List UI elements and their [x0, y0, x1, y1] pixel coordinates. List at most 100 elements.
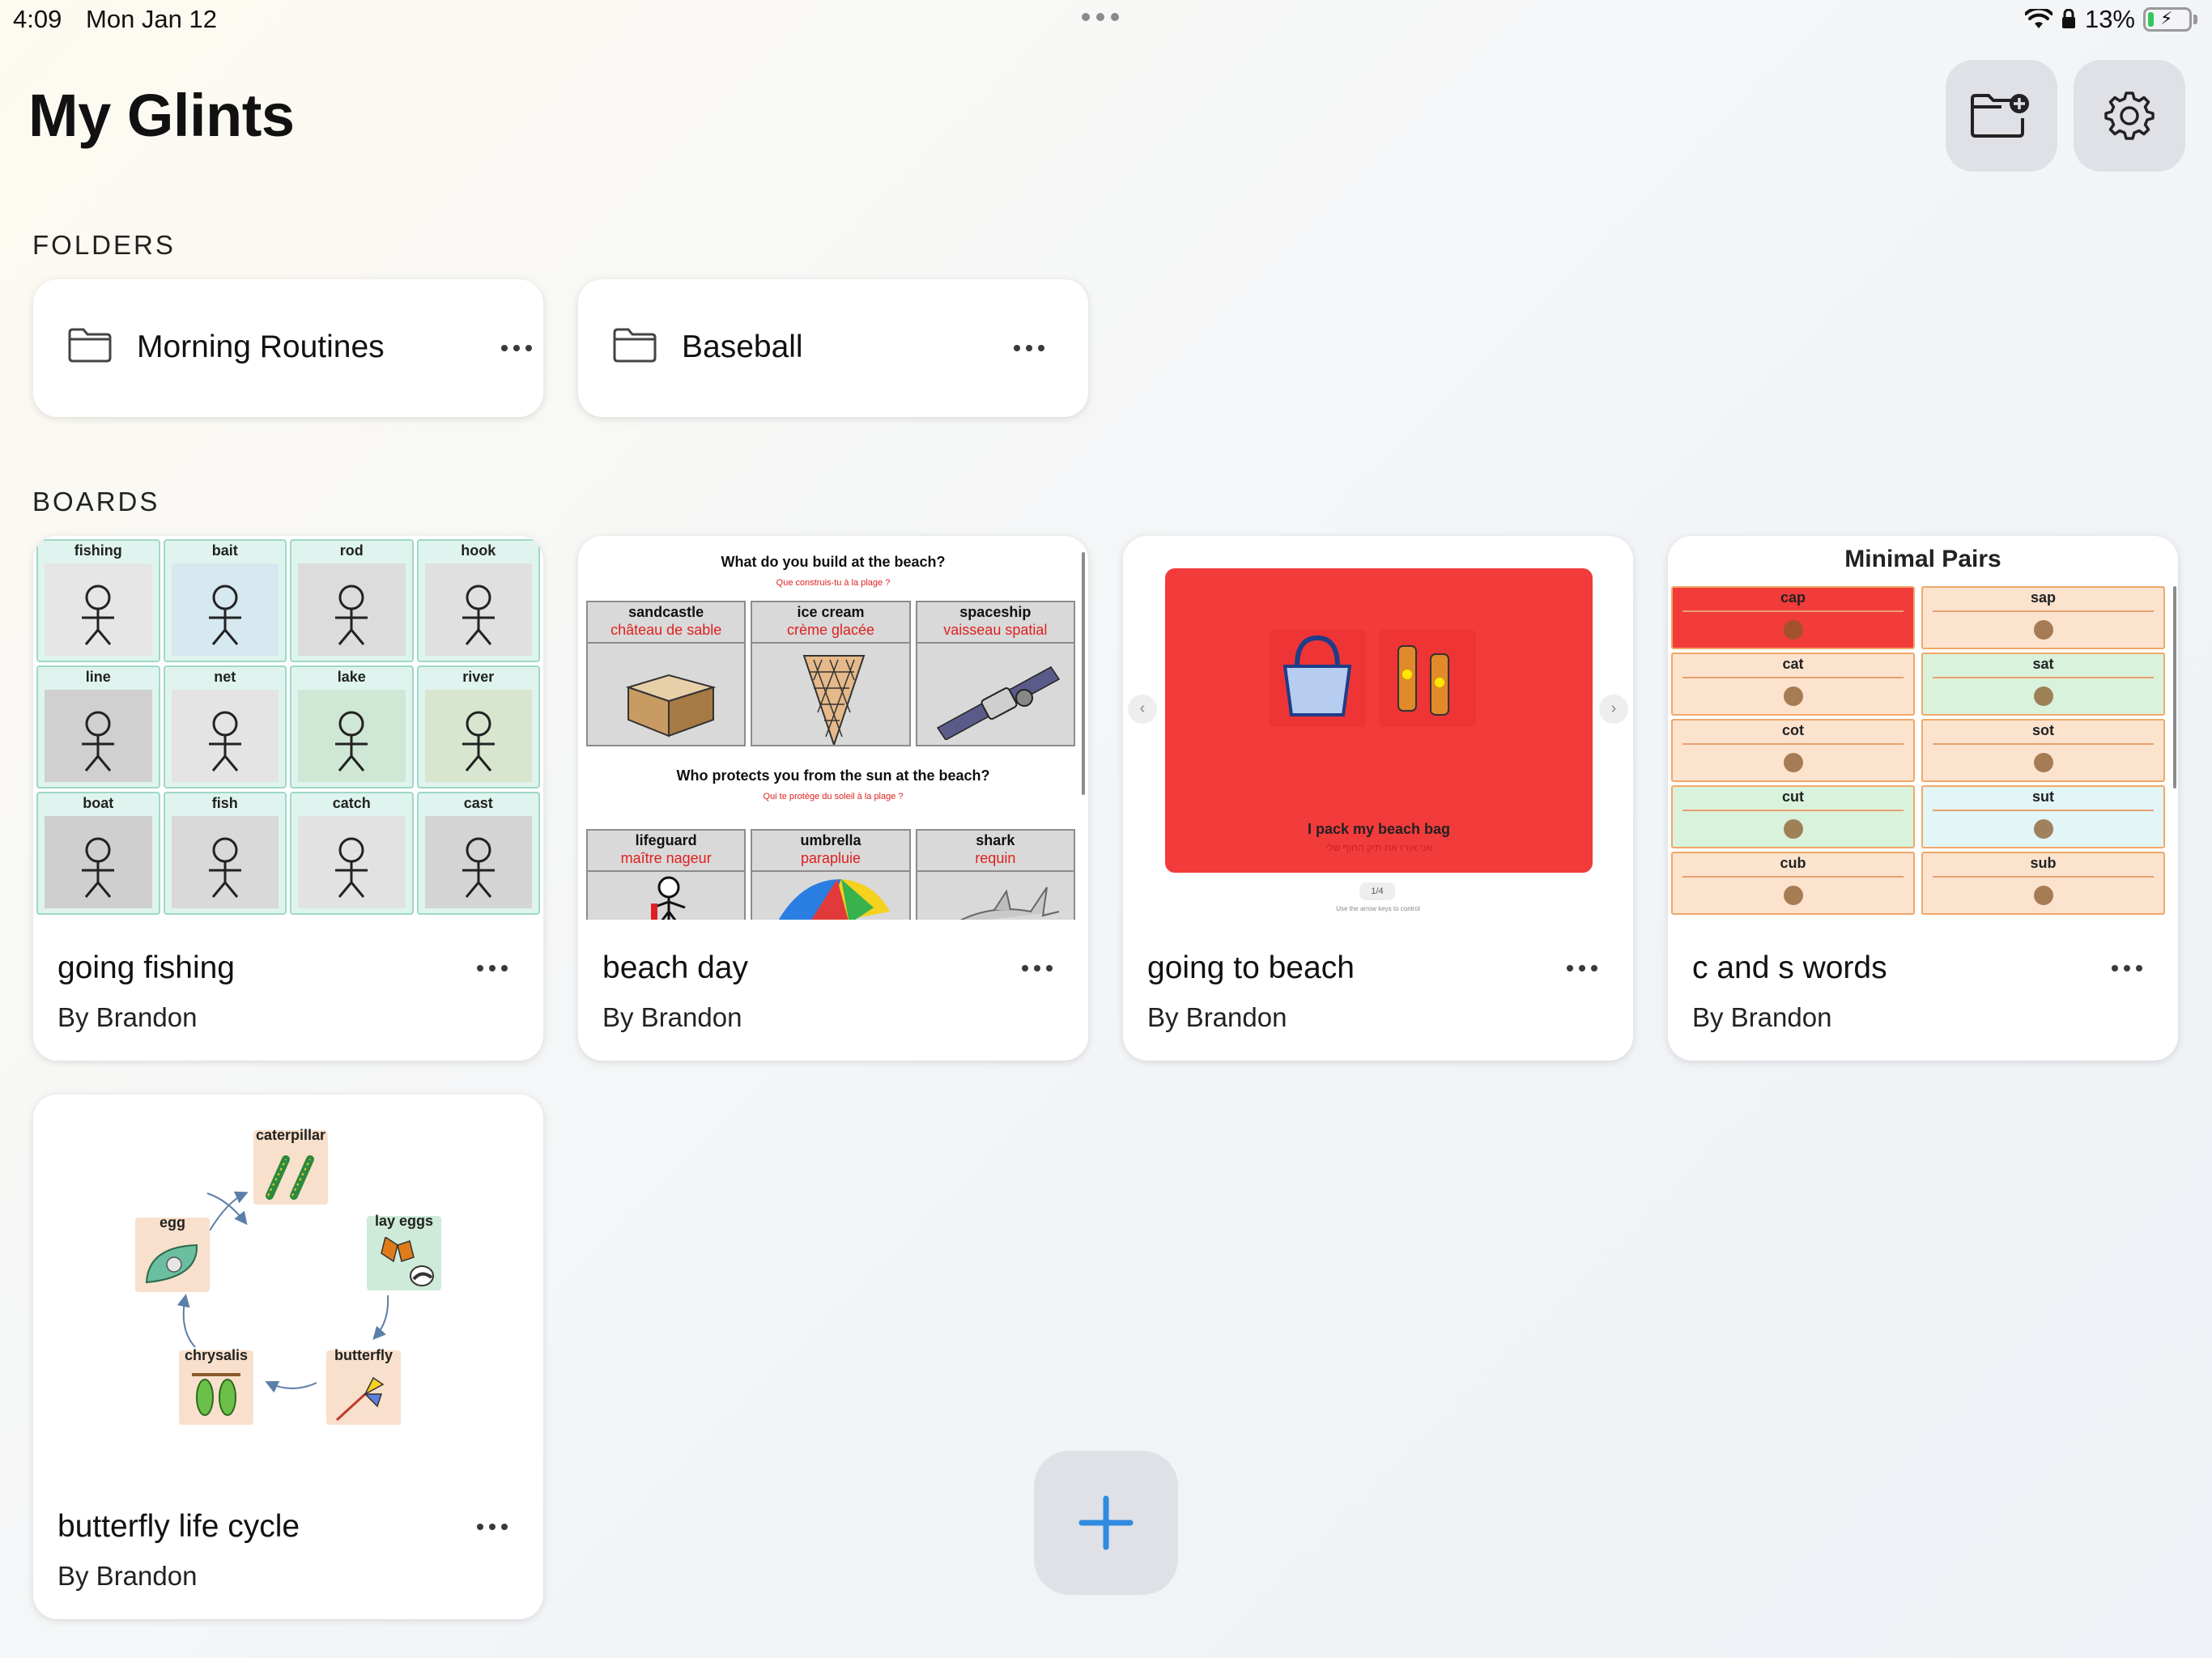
charging-bolt-icon: ⚡: [2160, 8, 2173, 28]
thumb-heading: Minimal Pairs: [1844, 546, 2001, 572]
stage-butterfly: butterfly: [326, 1347, 401, 1425]
board-more-button[interactable]: [1022, 965, 1053, 971]
slide-page-indicator: 1/4: [1359, 882, 1395, 900]
board-title: beach day: [602, 950, 748, 985]
folders-section-label: FOLDERS: [32, 230, 176, 260]
slide-caption-translation: אני אורז את תיק החוף שלי: [1325, 842, 1432, 853]
folder-more-button[interactable]: [1014, 345, 1044, 351]
board-more-button[interactable]: [477, 1524, 508, 1530]
pair-word: sap: [2030, 589, 2057, 606]
pair-picture: [1673, 881, 1913, 910]
folder-icon: [613, 328, 657, 363]
umbrella-icon: [779, 879, 891, 920]
thumb-question-translation: Que construis-tu à la plage ?: [776, 578, 891, 588]
thumb-question: What do you build at the beach?: [721, 554, 946, 570]
cell-picture: [45, 816, 152, 908]
multitasking-dots[interactable]: [1082, 13, 1119, 21]
stage-label: egg: [159, 1214, 185, 1231]
stage-label: lay eggs: [374, 1213, 434, 1229]
wifi-icon: [2024, 9, 2052, 28]
pair-word: sot: [2032, 722, 2054, 738]
board-author: By Brandon: [1147, 1002, 1287, 1032]
cell-label: boat: [83, 795, 114, 811]
board-card-going-to-beach[interactable]: I pack my beach bag אני אורז את תיק החוף…: [1123, 536, 1633, 1061]
next-slide-arrow: ›: [1599, 695, 1628, 724]
cell-label: umbrella: [800, 832, 861, 848]
pair-cell-sut: sut: [1921, 785, 2165, 848]
board-card-going-fishing[interactable]: fishing bait rod hook line net lake river boat fi…: [33, 536, 543, 1061]
board-author: By Brandon: [57, 1561, 198, 1591]
pair-word: cub: [1780, 855, 1806, 871]
folder-card-baseball[interactable]: Baseball: [578, 279, 1088, 417]
thumb-cell: sandcastle château de sable: [586, 601, 747, 746]
chrysalis-icon: [192, 1373, 240, 1416]
boards-section-label: BOARDS: [32, 487, 160, 517]
cell-label: bait: [211, 542, 238, 559]
new-folder-button[interactable]: [1946, 60, 2057, 172]
board-author: By Brandon: [57, 1002, 198, 1032]
pair-picture: [1923, 881, 2163, 910]
pair-word: cut: [1782, 789, 1804, 805]
board-title: going fishing: [57, 950, 235, 985]
grid-cell-rod: rod: [290, 539, 414, 662]
pair-picture: [1673, 615, 1913, 644]
pair-picture: [1923, 748, 2163, 777]
board-more-button[interactable]: [477, 965, 508, 971]
folder-card-morning-routines[interactable]: Morning Routines: [33, 279, 543, 417]
fishing-grid: fishing bait rod hook line net lake river boat fi…: [36, 539, 540, 915]
cell-label: river: [462, 669, 495, 685]
folder-plus-icon: [1971, 94, 2029, 138]
sunscreen-icon: [1379, 630, 1476, 727]
cell-label: fish: [211, 795, 238, 811]
add-board-button[interactable]: [1034, 1451, 1178, 1595]
butterfly-icon: [335, 1376, 385, 1422]
cell-picture: [424, 690, 532, 782]
board-card-beach-day[interactable]: What do you build at the beach? Que cons…: [578, 536, 1088, 1061]
thumb-cell: ice cream crème glacée: [751, 601, 911, 746]
prev-slide-arrow: ‹: [1128, 695, 1157, 724]
cell-translation: château de sable: [588, 622, 745, 644]
settings-button[interactable]: [2074, 60, 2185, 172]
pair-word: cat: [1782, 656, 1804, 672]
grid-cell-bait: bait: [163, 539, 287, 662]
pair-word: sut: [2032, 789, 2054, 805]
stage-chrysalis: chrysalis: [179, 1347, 253, 1425]
pair-picture: [1673, 748, 1913, 777]
thumb-cell: spaceship vaisseau spatial: [915, 601, 1075, 746]
cell-translation: vaisseau spatial: [917, 622, 1074, 644]
pair-cell-cap: cap: [1671, 586, 1915, 649]
thumb-row: sandcastle château de sable ice cream cr…: [586, 601, 1075, 746]
thumb-row: lifeguard maître nageur umbrella paraplu…: [586, 829, 1075, 920]
board-thumbnail: Minimal Pairs cap sap cat sat cot sot cut sut cu…: [1668, 536, 2178, 920]
minimal-pairs-grid: cap sap cat sat cot sot cut sut cub sub: [1671, 586, 2165, 915]
pair-picture: [1673, 682, 1913, 711]
thumb-question-translation: Qui te protège du soleil à la plage ?: [763, 792, 904, 801]
cell-picture: [298, 563, 406, 656]
cell-label: hook: [461, 542, 496, 559]
board-author: By Brandon: [602, 1002, 742, 1032]
folder-more-button[interactable]: [501, 345, 532, 351]
cell-label: net: [214, 669, 236, 685]
board-card-butterfly-life-cycle[interactable]: caterpillar lay eggs butterfly chrysalis…: [33, 1095, 543, 1619]
board-more-button[interactable]: [1567, 965, 1597, 971]
board-more-button[interactable]: [2112, 965, 2142, 971]
stage-label: caterpillar: [255, 1127, 326, 1143]
cell-label: lake: [337, 669, 366, 685]
status-bar: 4:09 Mon Jan 12 13% ⚡: [0, 0, 2212, 40]
stage-label: butterfly: [334, 1347, 393, 1363]
status-time: 4:09: [13, 5, 62, 33]
board-thumbnail: caterpillar lay eggs butterfly chrysalis…: [33, 1095, 543, 1478]
pair-word: sub: [2030, 855, 2057, 871]
status-date: Mon Jan 12: [86, 5, 217, 33]
cell-translation: crème glacée: [752, 622, 909, 644]
cell-label: fishing: [74, 542, 122, 559]
cell-label: sandcastle: [628, 604, 704, 620]
grid-cell-line: line: [36, 665, 160, 789]
folder-name: Morning Routines: [137, 329, 385, 364]
cell-label: ice cream: [797, 604, 865, 620]
butterfly-laying-eggs-icon: [381, 1237, 434, 1286]
board-card-c-and-s-words[interactable]: Minimal Pairs cap sap cat sat cot sot cut sut cu…: [1668, 536, 2178, 1061]
slide-background: I pack my beach bag אני אורז את תיק החוף…: [1165, 568, 1593, 873]
cell-translation: parapluie: [752, 850, 909, 872]
grid-cell-hook: hook: [416, 539, 540, 662]
